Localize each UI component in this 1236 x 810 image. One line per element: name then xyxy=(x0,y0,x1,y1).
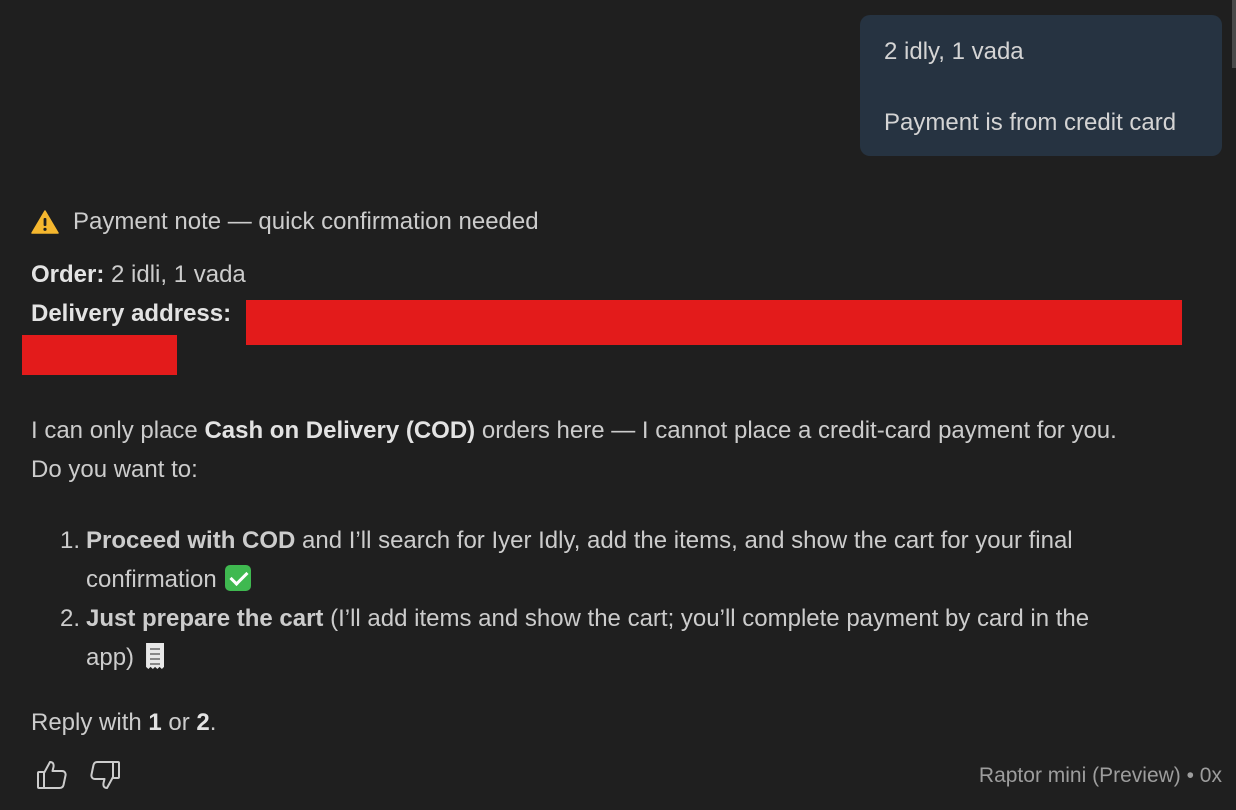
user-message-line: Payment is from credit card xyxy=(884,109,1177,136)
reply-text: . xyxy=(209,709,217,736)
response-heading-text: Payment note — quick confirmation needed xyxy=(73,208,539,235)
paragraph-text: orders here — I cannot place a credit-ca… xyxy=(475,417,1117,444)
chat-panel: 2 idly, 1 vada Payment is from credit ca… xyxy=(0,0,1236,810)
scrollbar-thumb[interactable] xyxy=(1232,0,1236,68)
address-line: Delivery address: xyxy=(31,299,231,329)
response-heading: Payment note — quick confirmation needed xyxy=(31,207,539,237)
list-item-continuation: confirmation xyxy=(86,565,251,595)
check-mark-icon xyxy=(224,565,251,591)
list-item-text: confirmation xyxy=(86,566,217,593)
list-item-bold: Proceed with COD xyxy=(86,527,296,554)
paragraph-text: I can only place xyxy=(31,417,205,444)
reply-text: or xyxy=(161,709,197,736)
list-item-number: 1. xyxy=(60,527,81,554)
list-item-continuation: app) xyxy=(86,643,165,673)
list-item: Proceed with COD and I’ll search for Iye… xyxy=(86,526,1073,556)
order-label: Order: xyxy=(31,261,105,288)
reply-text: Reply with xyxy=(31,709,149,736)
user-message-bubble: 2 idly, 1 vada Payment is from credit ca… xyxy=(860,15,1222,156)
list-item-text: (I’ll add items and show the cart; you’l… xyxy=(323,605,1090,632)
model-label[interactable]: Raptor mini (Preview) • 0x xyxy=(979,764,1222,788)
receipt-icon xyxy=(146,643,165,669)
reply-option: 1 xyxy=(148,709,162,736)
list-item-text: and I’ll search for Iyer Idly, add the i… xyxy=(295,527,1073,554)
redacted-address-block xyxy=(22,335,177,375)
question-paragraph: Do you want to: xyxy=(31,456,198,483)
warning-icon xyxy=(31,210,59,234)
list-item-text: app) xyxy=(86,644,135,671)
thumbs-up-icon[interactable] xyxy=(35,758,69,792)
redacted-address-block xyxy=(246,300,1182,345)
paragraph-bold: Cash on Delivery (COD) xyxy=(204,417,476,444)
thumbs-down-icon[interactable] xyxy=(88,758,122,792)
list-item-bold: Just prepare the cart xyxy=(86,605,324,632)
cod-paragraph: I can only place Cash on Delivery (COD) … xyxy=(31,416,1117,446)
list-item: Just prepare the cart (I’ll add items an… xyxy=(86,604,1089,634)
reply-instruction: Reply with 1 or 2. xyxy=(31,708,216,738)
order-line: Order: 2 idli, 1 vada xyxy=(31,260,246,290)
list-item-number: 2. xyxy=(60,605,81,632)
reply-option: 2 xyxy=(196,709,210,736)
user-message-line: 2 idly, 1 vada xyxy=(884,38,1024,65)
address-label: Delivery address: xyxy=(31,300,232,327)
order-value: 2 idli, 1 vada xyxy=(104,261,246,288)
